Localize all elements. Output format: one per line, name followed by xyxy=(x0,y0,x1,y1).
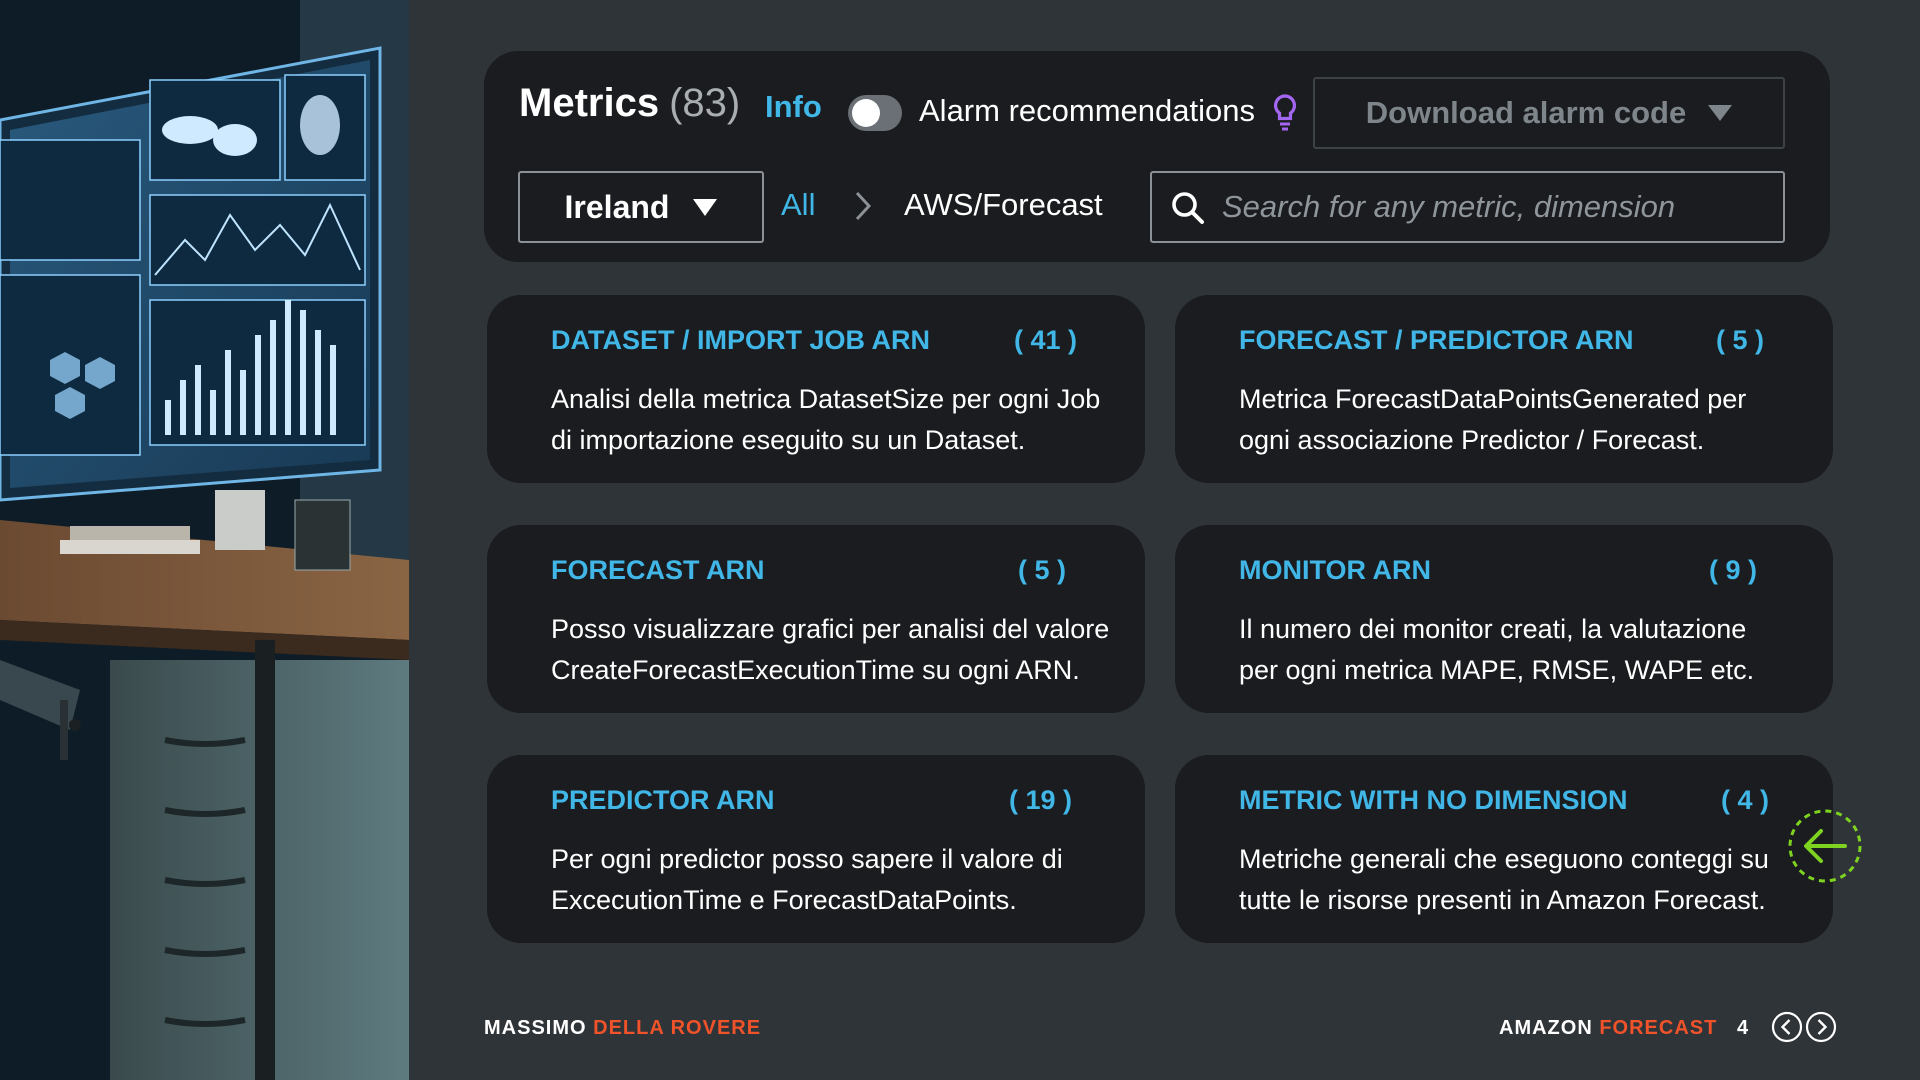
card-description-line: Metrica ForecastDataPointsGenerated per xyxy=(1239,384,1747,414)
card-description-line: Il numero dei monitor creati, la valutaz… xyxy=(1239,614,1747,644)
page-number: 4 xyxy=(1737,1017,1749,1039)
metric-search-field[interactable] xyxy=(1150,171,1785,243)
card-title: METRIC WITH NO DIMENSION xyxy=(1239,785,1628,815)
metric-card-dataset-import-job-arn[interactable]: DATASET / IMPORT JOB ARN ( 41 ) Analisi … xyxy=(487,295,1145,483)
card-title: FORECAST ARN xyxy=(551,555,765,585)
card-description-line: Analisi della metrica DatasetSize per og… xyxy=(551,384,1101,414)
card-description-line: tutte le risorse presenti in Amazon Fore… xyxy=(1239,885,1766,915)
card-count: ( 41 ) xyxy=(1014,325,1078,355)
card-count: ( 19 ) xyxy=(1009,785,1073,815)
card-description: Metriche generali che eseguono conteggi … xyxy=(1239,839,1799,921)
card-count: ( 5 ) xyxy=(1716,325,1765,355)
footer-author: MASSIMO DELLA ROVERE xyxy=(484,1017,761,1040)
author-last-name: DELLA ROVERE xyxy=(593,1017,762,1039)
card-description: Il numero dei monitor creati, la valutaz… xyxy=(1239,609,1799,691)
product-name-part1: AMAZON xyxy=(1499,1017,1593,1039)
arrow-left-icon xyxy=(1804,829,1847,863)
card-description-line: Posso visualizzare grafici per analisi d… xyxy=(551,614,1110,644)
footer-product: AMAZON FORECAST xyxy=(1499,1017,1717,1040)
download-alarm-code-button[interactable]: Download alarm code xyxy=(1313,77,1785,149)
metric-card-monitor-arn[interactable]: MONITOR ARN ( 9 ) Il numero dei monitor … xyxy=(1175,525,1833,713)
card-title: FORECAST / PREDICTOR ARN xyxy=(1239,325,1634,355)
card-description-line: ExcecutionTime e ForecastDataPoints. xyxy=(551,885,1017,915)
previous-page-button[interactable] xyxy=(1771,1011,1803,1043)
breadcrumb-current: AWS/Forecast xyxy=(904,187,1103,222)
card-description-line: di importazione eseguito su un Dataset. xyxy=(551,425,1026,455)
card-description-line: ogni associazione Predictor / Forecast. xyxy=(1239,425,1705,455)
card-title: MONITOR ARN xyxy=(1239,555,1431,585)
breadcrumb-all-link[interactable]: All xyxy=(781,187,815,223)
search-icon xyxy=(1172,192,1204,224)
lightbulb-icon[interactable] xyxy=(1272,93,1298,131)
card-title: DATASET / IMPORT JOB ARN xyxy=(551,325,931,355)
caret-down-icon xyxy=(1708,105,1733,121)
author-first-name: MASSIMO xyxy=(484,1017,587,1039)
card-description-line: per ogni metrica MAPE, RMSE, WAPE etc. xyxy=(1239,655,1755,685)
metric-card-forecast-arn[interactable]: FORECAST ARN ( 5 ) Posso visualizzare gr… xyxy=(487,525,1145,713)
card-description: Analisi della metrica DatasetSize per og… xyxy=(551,379,1111,461)
metrics-header-panel: Metrics (83) Info Alarm recommendations … xyxy=(484,51,1830,262)
back-arrow-button[interactable] xyxy=(1787,808,1863,884)
title-text: Metrics xyxy=(519,81,660,125)
metrics-count: (83) xyxy=(669,81,741,125)
alarm-recommendations-toggle[interactable] xyxy=(848,95,902,131)
hero-illustration xyxy=(0,0,409,1080)
chevron-left-icon xyxy=(1780,1019,1791,1035)
card-title: PREDICTOR ARN xyxy=(551,785,775,815)
page-title: Metrics (83) xyxy=(519,81,740,126)
alarm-recommendations-label: Alarm recommendations xyxy=(919,93,1255,128)
search-input[interactable] xyxy=(1222,181,1762,233)
card-description-line: Per ogni predictor posso sapere il valor… xyxy=(551,844,1063,874)
card-count: ( 5 ) xyxy=(1018,555,1067,585)
download-button-label: Download alarm code xyxy=(1365,95,1687,130)
card-description: Metrica ForecastDataPointsGenerated per … xyxy=(1239,379,1799,461)
card-count: ( 9 ) xyxy=(1709,555,1758,585)
chevron-right-icon xyxy=(855,191,872,221)
card-count: ( 4 ) xyxy=(1721,785,1770,815)
metric-card-forecast-predictor-arn[interactable]: FORECAST / PREDICTOR ARN ( 5 ) Metrica F… xyxy=(1175,295,1833,483)
card-description: Posso visualizzare grafici per analisi d… xyxy=(551,609,1111,691)
card-description-line: Metriche generali che eseguono conteggi … xyxy=(1239,844,1769,874)
card-description: Per ogni predictor posso sapere il valor… xyxy=(551,839,1111,921)
region-value: Ireland xyxy=(564,188,670,225)
office-desk-illustration xyxy=(0,0,409,1080)
chevron-right-icon xyxy=(1817,1019,1828,1035)
metric-card-metric-with-no-dimension[interactable]: METRIC WITH NO DIMENSION ( 4 ) Metriche … xyxy=(1175,755,1833,943)
metric-card-predictor-arn[interactable]: PREDICTOR ARN ( 19 ) Per ogni predictor … xyxy=(487,755,1145,943)
toggle-knob xyxy=(852,99,880,127)
next-page-button[interactable] xyxy=(1805,1011,1837,1043)
caret-down-icon xyxy=(693,198,718,216)
region-select[interactable]: Ireland xyxy=(518,171,764,243)
card-description-line: CreateForecastExecutionTime su ogni ARN. xyxy=(551,655,1080,685)
info-link[interactable]: Info xyxy=(765,89,822,125)
product-name-part2: FORECAST xyxy=(1599,1017,1718,1039)
